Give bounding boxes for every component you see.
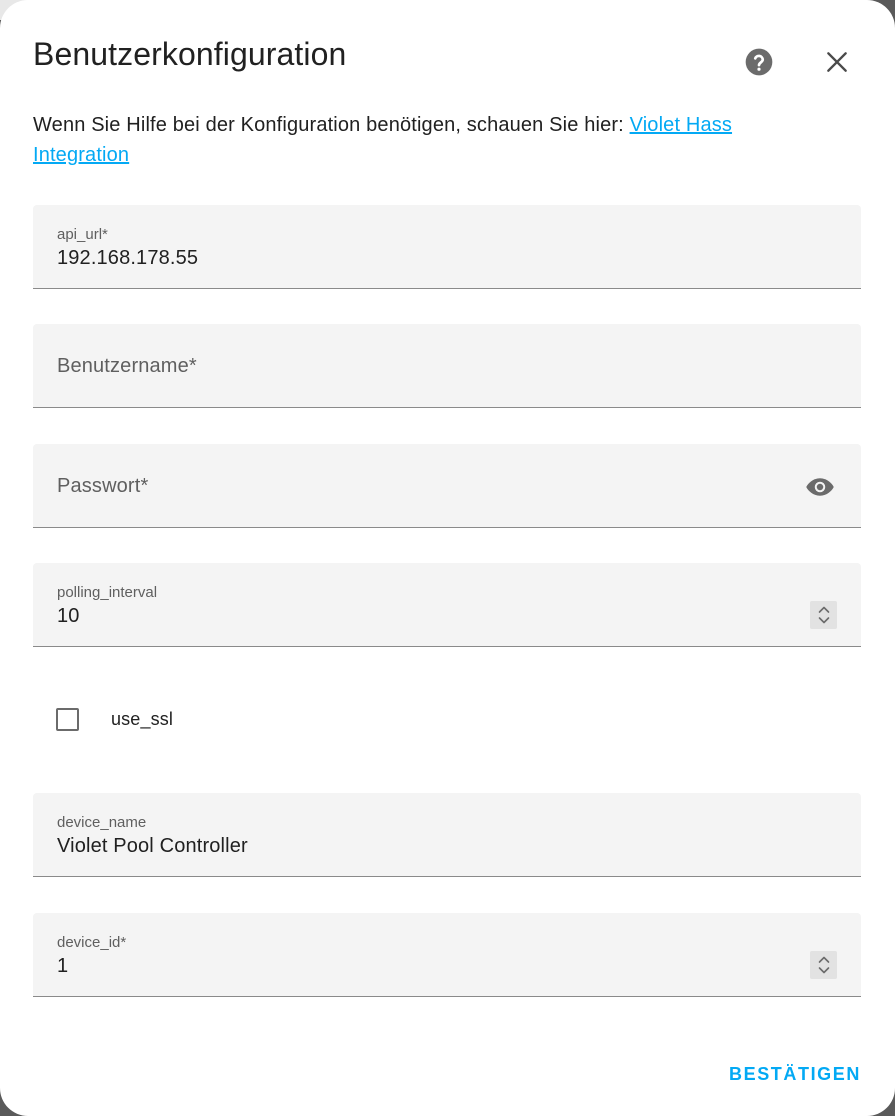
description-text: Wenn Sie Hilfe bei der Konfiguration ben… [33,114,630,136]
polling-interval-value[interactable]: 10 [57,605,80,628]
dialog-title: Benutzerkonfiguration [33,36,347,72]
config-dialog: Benutzerkonfiguration Wenn Sie Hilfe bei… [0,0,895,1116]
device-name-value[interactable]: Violet Pool Controller [57,835,248,858]
username-label: Benutzername* [57,355,197,377]
device-name-label: device_name [57,814,147,831]
close-button[interactable] [819,44,855,80]
api-url-value[interactable]: 192.168.178.55 [57,247,198,270]
api-url-field[interactable]: api_url* 192.168.178.55 [33,205,861,289]
confirm-button[interactable]: BESTÄTIGEN [729,1064,861,1085]
polling-interval-stepper[interactable] [810,601,837,629]
device-name-field[interactable]: device_name Violet Pool Controller [33,793,861,877]
polling-interval-label: polling_interval [57,584,158,601]
password-label: Passwort* [57,475,149,497]
password-field[interactable]: Passwort* [33,444,861,528]
use-ssl-checkbox[interactable] [56,707,79,731]
stepper-arrows-icon [818,606,829,624]
toggle-password-visibility-button[interactable] [805,472,835,502]
device-id-stepper[interactable] [810,951,837,979]
help-button[interactable] [741,44,777,80]
help-circle-icon [745,48,773,76]
device-id-field[interactable]: device_id* 1 [33,913,861,997]
device-id-label: device_id* [57,934,127,951]
username-field[interactable]: Benutzername* [33,324,861,408]
api-url-label: api_url* [57,226,108,243]
device-id-value[interactable]: 1 [57,955,68,978]
use-ssl-row[interactable]: use_ssl [56,705,173,733]
polling-interval-field[interactable]: polling_interval 10 [33,563,861,647]
use-ssl-label: use_ssl [111,708,174,729]
eye-icon [806,478,834,496]
dialog-description: Wenn Sie Hilfe bei der Konfiguration ben… [33,110,833,170]
close-icon [827,52,847,72]
stepper-arrows-icon [818,956,829,974]
